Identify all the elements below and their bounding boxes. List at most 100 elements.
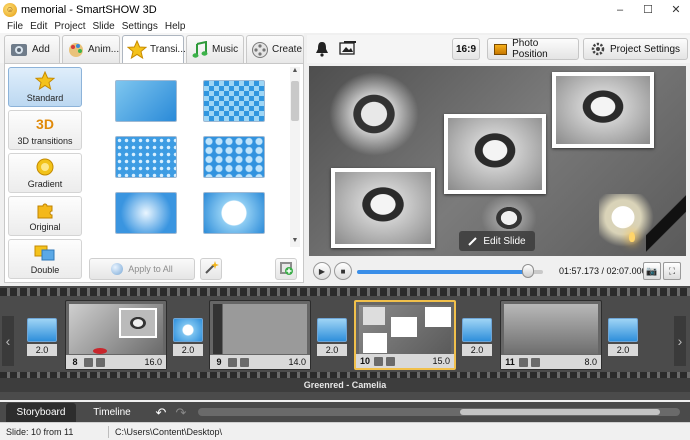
project-settings-button[interactable]: Project Settings (583, 38, 688, 60)
storyboard-right-arrow[interactable]: › (674, 316, 686, 366)
sound-mini-icon[interactable] (240, 357, 249, 367)
transition-thumb[interactable] (115, 192, 177, 234)
edit-mini-icon[interactable] (228, 357, 237, 367)
minimize-button[interactable]: – (606, 0, 634, 19)
slide-duration: 15.0 (432, 356, 450, 366)
transitions-panel: Standard 3D 3D transitions Gradient Orig… (4, 63, 304, 283)
main-tabs: Add Anim... Transi... Music Create (0, 33, 304, 63)
undo-button[interactable]: ↶ (152, 403, 170, 422)
maximize-button[interactable]: ☐ (634, 0, 662, 19)
scroll-up-icon[interactable]: ▲ (290, 67, 300, 77)
play-button[interactable]: ▶ (313, 262, 331, 280)
pencil-icon (468, 236, 478, 246)
transition-slot[interactable]: 2.0 (27, 318, 57, 358)
status-bar: Slide: 10 from 11 C:\Users\Content\Deskt… (0, 422, 690, 440)
tab-add-label: Add (32, 44, 50, 55)
menu-file[interactable]: File (7, 21, 23, 32)
edit-slide-button[interactable]: Edit Slide (459, 231, 535, 251)
menu-help[interactable]: Help (165, 21, 186, 32)
add-photo-icon (9, 40, 29, 60)
transition-thumb[interactable] (203, 80, 265, 122)
category-double-label: Double (30, 265, 60, 275)
storyboard-scrollbar[interactable] (198, 408, 680, 416)
image-icon[interactable] (339, 40, 357, 59)
bell-icon[interactable] (315, 41, 329, 60)
puzzle-icon (33, 200, 57, 220)
category-gradient[interactable]: Gradient (8, 153, 82, 193)
tab-transitions[interactable]: Transi... (122, 35, 186, 63)
timeline-tab[interactable]: Timeline (80, 403, 144, 422)
category-standard[interactable]: Standard (8, 67, 82, 107)
audio-track[interactable]: Greenred - Camelia (0, 378, 690, 392)
redo-button[interactable]: ↷ (172, 403, 190, 422)
snapshot-button[interactable]: 📷 (643, 262, 661, 280)
playback-knob[interactable] (522, 264, 535, 278)
playback-track[interactable] (357, 270, 543, 274)
scrollbar-thumb[interactable] (291, 81, 299, 121)
slide-thumbnail (213, 304, 307, 354)
menu-edit[interactable]: Edit (30, 21, 47, 32)
fullscreen-button[interactable]: ⛶ (663, 262, 681, 280)
edit-slide-label: Edit Slide (483, 235, 526, 247)
transition-categories: Standard 3D 3D transitions Gradient Orig… (8, 67, 82, 282)
edit-mini-icon[interactable] (374, 356, 383, 366)
sound-mini-icon[interactable] (386, 356, 395, 366)
tab-animation[interactable]: Anim... (62, 35, 120, 63)
edit-mini-icon[interactable] (84, 357, 93, 367)
project-settings-label: Project Settings (609, 43, 681, 55)
sound-mini-icon[interactable] (531, 357, 540, 367)
aspect-ratio-button[interactable]: 16:9 (452, 38, 480, 60)
slide-duration: 14.0 (288, 357, 306, 367)
category-original[interactable]: Original (8, 196, 82, 236)
stop-button[interactable]: ■ (334, 262, 352, 280)
sound-mini-icon[interactable] (96, 357, 105, 367)
transition-slot[interactable]: 2.0 (608, 318, 638, 358)
magic-wand-button[interactable] (200, 258, 222, 280)
transition-duration: 2.0 (27, 344, 57, 356)
slide-9[interactable]: 9 14.0 (209, 300, 311, 370)
slide-number: 8 (72, 357, 78, 367)
photo-position-button[interactable]: Photo Position (487, 38, 579, 60)
apply-to-all-button[interactable]: Apply to All (89, 258, 195, 280)
storyboard: ‹ 2.0 8 16.0 2.0 9 14.0 2.0 10 15.0 2.0 … (0, 286, 690, 400)
menu-slide[interactable]: Slide (92, 21, 114, 32)
3d-text-icon: 3D (36, 116, 54, 132)
transitions-scrollbar[interactable]: ▲ ▼ (290, 67, 300, 247)
menu-settings[interactable]: Settings (122, 21, 158, 32)
slide-10[interactable]: 10 15.0 (354, 300, 456, 370)
transition-slot[interactable]: 2.0 (462, 318, 492, 358)
tab-add[interactable]: Add (4, 35, 60, 63)
transition-slot[interactable]: 2.0 (173, 318, 203, 358)
tab-create[interactable]: Create (246, 35, 304, 63)
photo-position-icon (494, 43, 508, 55)
close-button[interactable]: ✕ (662, 0, 690, 19)
transition-thumb[interactable] (203, 192, 265, 234)
transition-thumbnails (91, 66, 289, 246)
tab-music[interactable]: Music (186, 35, 244, 63)
slide-thumbnail (504, 304, 598, 354)
magic-wand-icon (203, 260, 219, 279)
slide-info-bar: 11 8.0 (501, 355, 601, 369)
category-3d[interactable]: 3D 3D transitions (8, 110, 82, 150)
slide-11[interactable]: 11 8.0 (500, 300, 602, 370)
category-original-label: Original (29, 222, 61, 232)
slide-preview[interactable]: Edit Slide (309, 66, 686, 256)
category-double[interactable]: Double (8, 239, 82, 279)
add-transition-button[interactable] (275, 258, 297, 280)
candle-flame (629, 232, 635, 242)
transition-thumb[interactable] (115, 80, 177, 122)
menu-project[interactable]: Project (54, 21, 85, 32)
slide-8[interactable]: 8 16.0 (65, 300, 167, 370)
scroll-down-icon[interactable]: ▼ (290, 237, 300, 247)
transition-thumb[interactable] (115, 136, 177, 178)
transition-slot[interactable]: 2.0 (317, 318, 347, 358)
tab-transitions-label: Transi... (150, 44, 186, 55)
status-divider (108, 425, 109, 438)
storyboard-left-arrow[interactable]: ‹ (2, 316, 14, 366)
storyboard-scroll-thumb[interactable] (460, 409, 660, 415)
storyboard-tab[interactable]: Storyboard (6, 403, 76, 422)
slide-number: 10 (359, 356, 370, 366)
transition-thumb[interactable] (203, 136, 265, 178)
photo-frame (331, 168, 435, 248)
edit-mini-icon[interactable] (519, 357, 528, 367)
